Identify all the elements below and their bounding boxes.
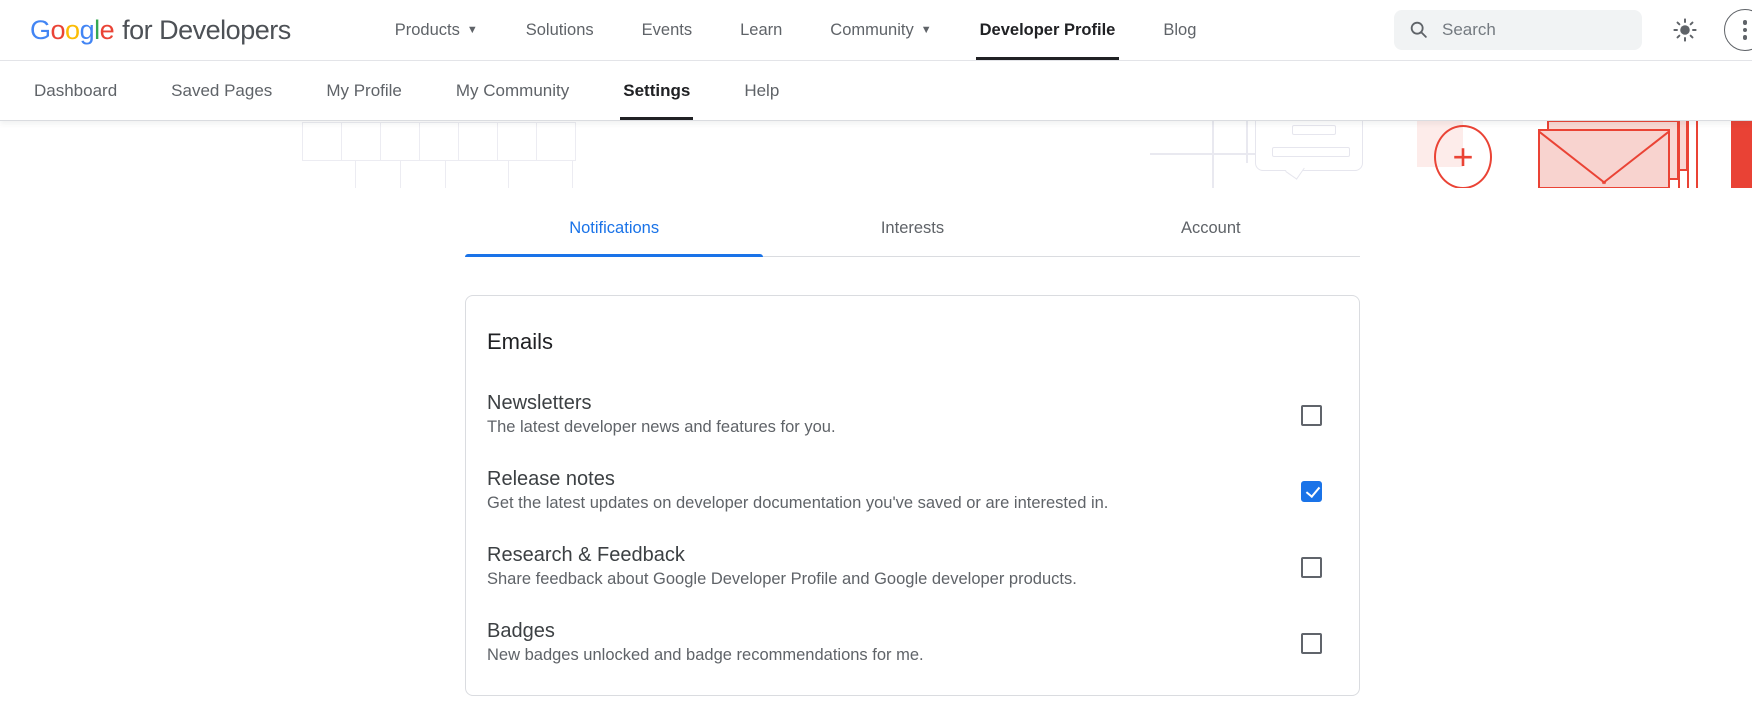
nav-item-products[interactable]: Products [371, 0, 502, 60]
nav-item-learn[interactable]: Learn [716, 0, 806, 60]
pref-row-newsletters: Newsletters The latest developer news an… [487, 391, 1322, 439]
nav-item-label: Products [395, 21, 460, 40]
tab-account[interactable]: Account [1062, 206, 1360, 256]
pref-title: Research & Feedback [487, 543, 1077, 568]
settings-tabs: Notifications Interests Account [465, 206, 1360, 257]
nav-item-developer-profile[interactable]: Developer Profile [956, 0, 1140, 60]
plus-circle-icon: + [1434, 125, 1492, 188]
subnav-item-label: Dashboard [34, 81, 117, 101]
tab-label: Notifications [569, 219, 659, 237]
search-icon [1408, 19, 1430, 41]
subnav-item-label: Settings [623, 81, 690, 101]
chevron-down-icon [921, 24, 932, 36]
nav-item-solutions[interactable]: Solutions [502, 0, 618, 60]
tab-label: Account [1181, 219, 1241, 237]
nav-item-label: Developer Profile [980, 21, 1116, 40]
emails-card: Emails Newsletters The latest developer … [465, 295, 1360, 696]
badges-checkbox[interactable] [1301, 633, 1322, 654]
nav-item-label: Blog [1163, 21, 1196, 40]
tab-notifications[interactable]: Notifications [465, 206, 763, 256]
pref-description: The latest developer news and features f… [487, 416, 836, 439]
sun-icon [1672, 17, 1698, 43]
grid-square-decoration [302, 122, 342, 161]
nav-item-label: Learn [740, 21, 782, 40]
newsletters-checkbox[interactable] [1301, 405, 1322, 426]
nav-item-blog[interactable]: Blog [1139, 0, 1220, 60]
google-developers-logo[interactable]: Google for Developers [30, 15, 291, 46]
pref-description: Share feedback about Google Developer Pr… [487, 568, 1077, 591]
search-box[interactable] [1394, 10, 1642, 50]
red-line-decoration [1678, 121, 1680, 188]
nav-item-events[interactable]: Events [618, 0, 716, 60]
subnav-item-label: Help [744, 81, 779, 101]
profile-subnav: Dashboard Saved Pages My Profile My Comm… [0, 61, 1752, 121]
primary-nav: Products Solutions Events Learn Communit… [371, 0, 1221, 60]
nav-item-label: Events [642, 21, 692, 40]
vertical-dots-icon [1743, 20, 1748, 25]
subnav-item-dashboard[interactable]: Dashboard [24, 61, 144, 120]
tab-interests[interactable]: Interests [763, 206, 1061, 256]
theme-toggle-button[interactable] [1672, 17, 1698, 43]
research-feedback-checkbox[interactable] [1301, 557, 1322, 578]
grid-line-decoration [1212, 121, 1214, 188]
logo-letter: o [51, 15, 66, 46]
subnav-item-label: Saved Pages [171, 81, 272, 101]
top-header: Google for Developers Products Solutions… [0, 0, 1752, 61]
pref-row-badges: Badges New badges unlocked and badge rec… [487, 619, 1322, 667]
logo-letter: o [65, 15, 80, 46]
chevron-down-icon [467, 24, 478, 36]
logo-suffix: for Developers [122, 15, 291, 46]
banner-illustration: + [0, 121, 1752, 188]
release-notes-checkbox[interactable] [1301, 481, 1322, 502]
tab-label: Interests [881, 219, 944, 237]
page: Google for Developers Products Solutions… [0, 0, 1752, 721]
red-edge-bar-decoration [1731, 121, 1752, 188]
search-input[interactable] [1442, 20, 1612, 40]
subnav-item-my-profile[interactable]: My Profile [299, 61, 429, 120]
account-avatar-button[interactable] [1724, 9, 1752, 51]
logo-letter: g [80, 15, 95, 46]
subnav-item-my-community[interactable]: My Community [429, 61, 596, 120]
nav-item-label: Solutions [526, 21, 594, 40]
nav-item-label: Community [830, 21, 913, 40]
nav-item-community[interactable]: Community [806, 0, 955, 60]
pref-row-research-feedback: Research & Feedback Share feedback about… [487, 543, 1322, 591]
subnav-item-label: My Profile [326, 81, 402, 101]
pref-row-release-notes: Release notes Get the latest updates on … [487, 467, 1322, 515]
subnav-item-label: My Community [456, 81, 569, 101]
pref-title: Release notes [487, 467, 1108, 492]
subnav-item-settings[interactable]: Settings [596, 61, 717, 120]
pref-description: New badges unlocked and badge recommenda… [487, 644, 924, 667]
logo-letter: G [30, 15, 51, 46]
subnav-item-help[interactable]: Help [717, 61, 806, 120]
pref-title: Newsletters [487, 391, 836, 416]
pref-title: Badges [487, 619, 924, 644]
logo-letter: e [100, 15, 115, 46]
pref-description: Get the latest updates on developer docu… [487, 492, 1108, 515]
card-title: Emails [487, 329, 1322, 355]
subnav-item-saved-pages[interactable]: Saved Pages [144, 61, 299, 120]
